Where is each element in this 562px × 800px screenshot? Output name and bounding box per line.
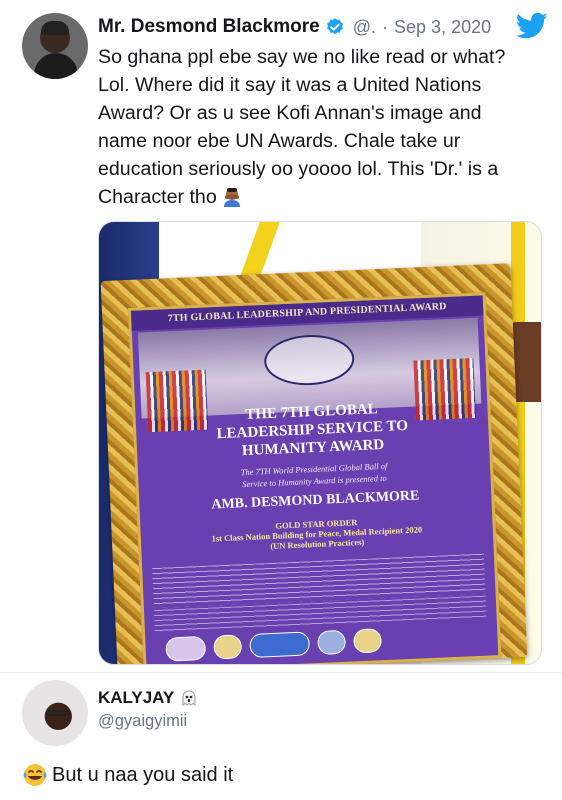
- certificate-order: GOLD STAR ORDER 1st Class Nation Buildin…: [211, 517, 423, 551]
- reply-author: KALYJAY: [98, 688, 198, 708]
- certificate-seal: [263, 333, 356, 388]
- badge-medal-2: [353, 628, 383, 654]
- author-handle[interactable]: @.: [353, 17, 376, 38]
- verified-badge-icon: [325, 17, 345, 37]
- badge-governance: [249, 631, 311, 658]
- reply-text: But u naa you said it: [22, 762, 233, 788]
- badge-medal: [213, 634, 243, 660]
- header-separator: ·: [382, 16, 389, 37]
- certificate-award-title: THE 7TH GLOBAL LEADERSHIP SERVICE TO HUM…: [216, 401, 409, 460]
- ghost-icon: [180, 689, 198, 707]
- reply-avatar[interactable]: [22, 680, 88, 746]
- author-avatar[interactable]: [22, 13, 88, 79]
- face-with-tears-of-joy-icon: [22, 762, 48, 788]
- author-name[interactable]: Mr. Desmond Blackmore: [98, 16, 320, 38]
- divider: [0, 672, 562, 673]
- twitter-bird-icon: [515, 12, 548, 40]
- tweet-text-content: So ghana ppl ebe say we no like read or …: [98, 46, 506, 208]
- certificate-frame: 7TH GLOBAL LEADERSHIP AND PRESIDENTIAL A…: [100, 263, 528, 664]
- certificate: 7TH GLOBAL LEADERSHIP AND PRESIDENTIAL A…: [127, 292, 502, 664]
- tweet-text: So ghana ppl ebe say we no like read or …: [98, 43, 550, 211]
- badge-seal: [317, 629, 347, 655]
- certificate-subtitle: The 7TH World Presidential Global Ball o…: [240, 460, 388, 490]
- tweet-header: Mr. Desmond Blackmore @. · Sep 3, 2020: [98, 12, 548, 40]
- tweet-image[interactable]: 7TH GLOBAL LEADERSHIP AND PRESIDENTIAL A…: [98, 221, 542, 665]
- man-facepalming-icon: [221, 185, 243, 207]
- badge-portrait: [165, 635, 207, 662]
- tweet-date[interactable]: Sep 3, 2020: [394, 17, 491, 38]
- reply-text-content: But u naa you said it: [52, 763, 234, 786]
- reply-author-name[interactable]: KALYJAY: [98, 688, 174, 708]
- reply-handle[interactable]: @gyaigyimii: [98, 712, 187, 731]
